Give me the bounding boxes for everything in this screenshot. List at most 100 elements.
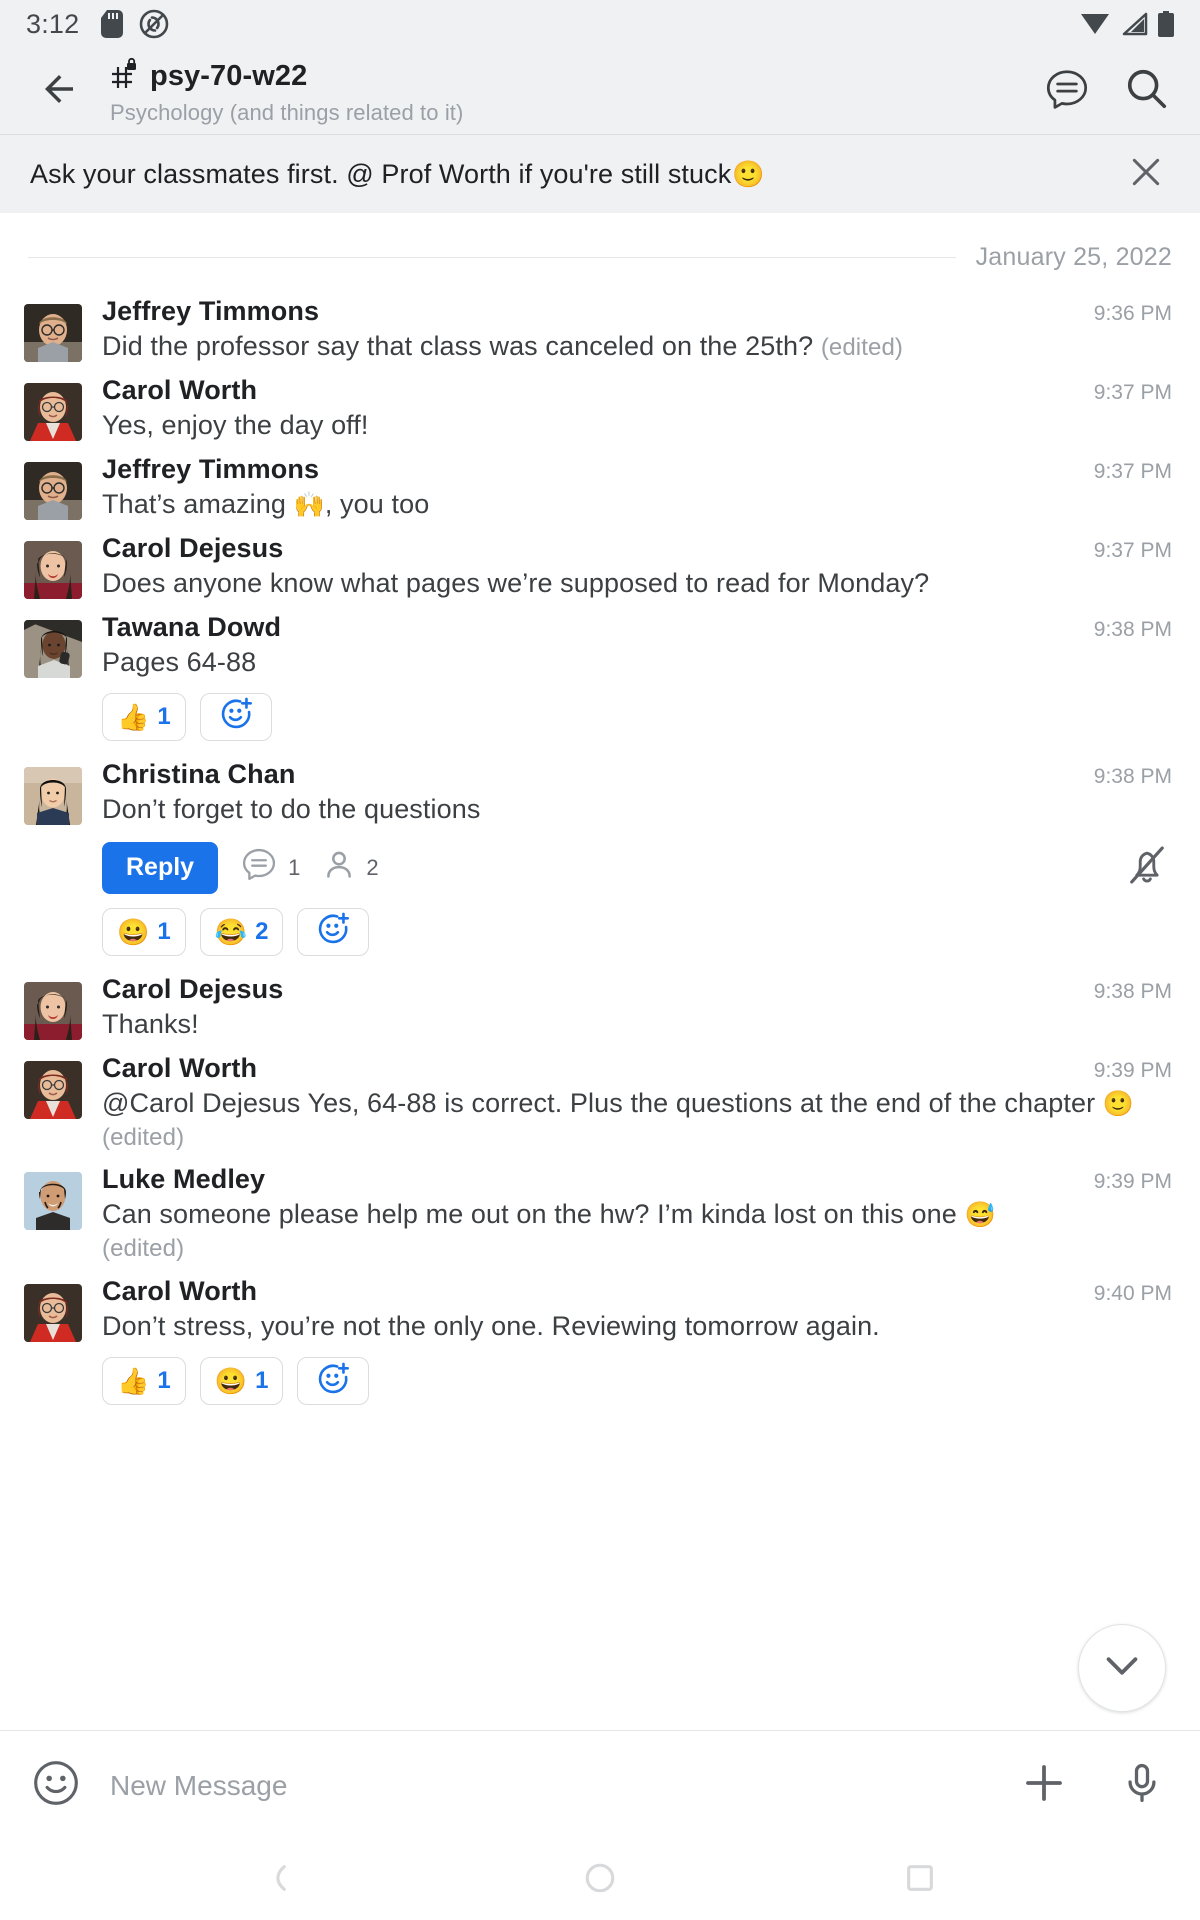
- message-author[interactable]: Carol Dejesus: [102, 533, 283, 564]
- chat-summary-button[interactable]: [1038, 63, 1096, 121]
- message-timestamp: 9:39 PM: [1093, 1170, 1172, 1194]
- avatar[interactable]: [24, 1284, 82, 1343]
- message-text: Thanks!: [102, 1008, 199, 1039]
- message-timestamp: 9:38 PM: [1093, 979, 1172, 1003]
- plus-icon: [1020, 1759, 1068, 1812]
- avatar[interactable]: [24, 619, 82, 678]
- message-author[interactable]: Tawana Dowd: [102, 612, 281, 643]
- app-bar-titles[interactable]: psy-70-w22 Psychology (and things relate…: [110, 57, 1038, 126]
- avatar[interactable]: [24, 1060, 82, 1119]
- participant-count-group[interactable]: 2: [322, 848, 379, 887]
- reply-button[interactable]: Reply: [102, 841, 219, 894]
- emoji-icon: [32, 1759, 80, 1812]
- person-icon: [322, 848, 356, 887]
- message-text-wrap: @Carol Dejesus Yes, 64-88 is correct. Pl…: [102, 1087, 1172, 1153]
- message-item[interactable]: Carol Worth 9:40 PM Don’t stress, you’re…: [0, 1270, 1200, 1417]
- reaction-bar: 😀 1 😂 2: [102, 907, 1172, 956]
- message-emoji: 😅: [964, 1201, 996, 1230]
- message-author[interactable]: Luke Medley: [102, 1164, 265, 1195]
- reaction-chip[interactable]: 😂 2: [199, 907, 284, 956]
- participant-count: 2: [366, 854, 379, 880]
- scroll-to-bottom-button[interactable]: [1078, 1624, 1166, 1712]
- message-text-cont: , you too: [324, 488, 430, 519]
- reaction-emoji: 😀: [117, 916, 150, 947]
- message-body: Jeffrey Timmons 9:36 PM Did the professo…: [82, 296, 1172, 363]
- add-reaction-button[interactable]: [297, 907, 370, 956]
- room-subtitle: Psychology (and things related to it): [110, 100, 464, 125]
- avatar[interactable]: [24, 1172, 82, 1231]
- message-text: Pages 64-88: [102, 646, 257, 677]
- message-emoji: 🙂: [1102, 1089, 1135, 1118]
- reaction-count: 2: [255, 917, 269, 945]
- date-divider-line: [28, 257, 956, 258]
- avatar[interactable]: [24, 766, 82, 825]
- message-author[interactable]: Carol Dejesus: [102, 974, 283, 1005]
- reaction-chip[interactable]: 👍 1: [102, 1357, 186, 1406]
- attach-button[interactable]: [1014, 1756, 1074, 1816]
- avatar[interactable]: [24, 540, 82, 599]
- reaction-emoji: 😂: [214, 916, 248, 947]
- reaction-chip[interactable]: 👍 1: [102, 692, 186, 741]
- avatar[interactable]: [24, 304, 82, 362]
- message-item[interactable]: Luke Medley 9:39 PM Can someone please h…: [0, 1158, 1200, 1270]
- message-author[interactable]: Christina Chan: [102, 759, 295, 790]
- banner-text-wrap: Ask your classmates first. @ Prof Worth …: [30, 159, 1120, 190]
- message-list[interactable]: January 25, 2022 Jeffrey Timmons 9:36 PM…: [0, 213, 1200, 1730]
- compose-bar: [0, 1730, 1200, 1840]
- message-timestamp: 9:39 PM: [1093, 1058, 1172, 1082]
- announcement-banner: Ask your classmates first. @ Prof Worth …: [0, 135, 1200, 213]
- nav-home-button[interactable]: [570, 1857, 630, 1903]
- wifi-icon: [1080, 12, 1110, 36]
- ringer-off-icon: [139, 9, 169, 39]
- message-item[interactable]: Carol Worth 9:39 PM @Carol Dejesus Yes, …: [0, 1047, 1200, 1159]
- message-author[interactable]: Carol Worth: [102, 1276, 257, 1307]
- banner-close-button[interactable]: [1120, 148, 1172, 200]
- message-item[interactable]: Tawana Dowd 9:38 PM Pages 64-88 👍 1: [0, 606, 1200, 753]
- message-author[interactable]: Jeffrey Timmons: [102, 454, 319, 485]
- message-timestamp: 9:40 PM: [1093, 1282, 1172, 1306]
- emoji-picker-button[interactable]: [26, 1756, 86, 1816]
- message-emoji: 🙌: [293, 490, 325, 519]
- avatar[interactable]: [24, 461, 82, 520]
- message-item[interactable]: Jeffrey Timmons 9:36 PM Did the professo…: [0, 290, 1200, 369]
- avatar[interactable]: [24, 382, 82, 441]
- nav-recents-button[interactable]: [890, 1857, 950, 1903]
- chat-screen: 3:12 psy-70-w22 Psychology (and things r…: [0, 0, 1200, 1920]
- banner-text: Ask your classmates first. @ Prof Worth …: [30, 158, 732, 189]
- voice-input-button[interactable]: [1112, 1756, 1172, 1816]
- search-button[interactable]: [1118, 63, 1176, 121]
- nav-back-button[interactable]: [250, 1857, 310, 1903]
- reaction-count: 1: [157, 702, 171, 730]
- thread-count-group[interactable]: 1: [240, 846, 300, 889]
- reaction-count: 1: [157, 1367, 171, 1395]
- message-item[interactable]: Carol Worth 9:37 PM Yes, enjoy the day o…: [0, 369, 1200, 448]
- message-input[interactable]: [86, 1769, 994, 1802]
- message-author[interactable]: Carol Worth: [102, 1053, 257, 1084]
- bell-off-icon: [1125, 843, 1169, 892]
- message-item[interactable]: Carol Dejesus 9:38 PM Thanks!: [0, 968, 1200, 1047]
- reaction-chip[interactable]: 😀 1: [102, 907, 186, 956]
- message-item[interactable]: Christina Chan 9:38 PM Don’t forget to d…: [0, 753, 1200, 968]
- reaction-emoji: 😀: [214, 1366, 248, 1397]
- nav-recents-icon: [903, 1861, 937, 1900]
- message-author[interactable]: Jeffrey Timmons: [102, 296, 319, 327]
- message-timestamp: 9:37 PM: [1093, 538, 1172, 562]
- avatar[interactable]: [24, 981, 82, 1040]
- add-reaction-button[interactable]: [199, 692, 272, 741]
- back-button[interactable]: [30, 63, 88, 121]
- thread-icon: [240, 846, 278, 889]
- banner-emoji: 🙂: [732, 158, 765, 189]
- reaction-chip[interactable]: 😀 1: [199, 1357, 284, 1406]
- reaction-emoji: 👍: [117, 701, 150, 732]
- message-item[interactable]: Jeffrey Timmons 9:37 PM That’s amazing 🙌…: [0, 448, 1200, 527]
- message-item[interactable]: Carol Dejesus 9:37 PM Does anyone know w…: [0, 527, 1200, 606]
- message-body: Carol Worth 9:37 PM Yes, enjoy the day o…: [82, 375, 1172, 442]
- reaction-bar: 👍 1 😀 1: [102, 1357, 1172, 1406]
- message-text: Yes, enjoy the day off!: [102, 409, 369, 440]
- add-reaction-icon: [316, 1362, 350, 1401]
- add-reaction-icon: [316, 912, 350, 951]
- reaction-emoji: 👍: [117, 1366, 150, 1397]
- add-reaction-button[interactable]: [297, 1357, 370, 1406]
- mute-thread-button[interactable]: [1122, 843, 1172, 893]
- message-author[interactable]: Carol Worth: [102, 375, 257, 406]
